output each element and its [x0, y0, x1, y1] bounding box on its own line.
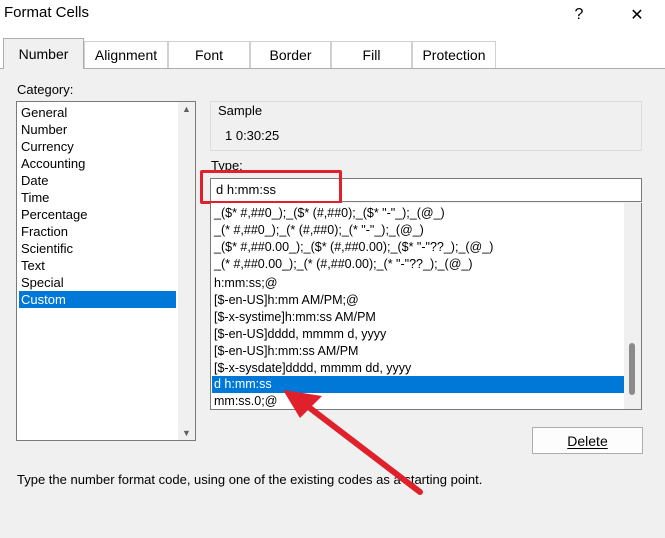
help-button[interactable]: ? — [556, 0, 602, 30]
tab-alignment[interactable]: Alignment — [84, 41, 168, 68]
category-item-special[interactable]: Special — [21, 274, 64, 291]
tab-panel-border — [0, 68, 665, 69]
category-item-scientific[interactable]: Scientific — [21, 240, 73, 257]
format-item[interactable]: _($* #,##0.00_);_($* (#,##0.00);_($* "-"… — [214, 239, 493, 256]
format-item[interactable]: [$-x-systime]h:mm:ss AM/PM — [214, 309, 376, 326]
format-code-list[interactable]: _($* #,##0_);_($* (#,##0);_($* "-"_);_(@… — [210, 203, 642, 410]
window-title: Format Cells — [4, 4, 90, 21]
sample-group: 1 0:30:25 — [210, 101, 642, 151]
category-item-custom[interactable]: Custom — [19, 291, 176, 308]
format-item[interactable]: _($* #,##0_);_($* (#,##0);_($* "-"_);_(@… — [214, 205, 445, 222]
category-item-text[interactable]: Text — [21, 257, 45, 274]
hint-text: Type the number format code, using one o… — [17, 472, 483, 487]
format-item[interactable]: [$-en-US]h:mm AM/PM;@ — [214, 292, 359, 309]
scroll-up-icon[interactable]: ▲ — [178, 104, 195, 114]
format-item[interactable]: _(* #,##0_);_(* (#,##0);_(* "-"_);_(@_) — [214, 222, 424, 239]
category-list[interactable]: General Number Currency Accounting Date … — [16, 101, 196, 441]
close-icon: ✕ — [630, 7, 644, 24]
close-button[interactable]: ✕ — [614, 0, 660, 30]
format-item[interactable]: mm:ss.0;@ — [214, 393, 277, 409]
scroll-down-icon[interactable]: ▼ — [178, 428, 195, 438]
tab-protection[interactable]: Protection — [412, 41, 496, 68]
category-item-number[interactable]: Number — [21, 121, 67, 138]
category-scrollbar[interactable]: ▲ ▼ — [178, 102, 195, 440]
tab-border[interactable]: Border — [250, 41, 331, 68]
delete-button-label: Delete — [567, 432, 608, 449]
category-label: Category: — [17, 82, 74, 97]
title-bar: Format Cells ? ✕ — [0, 0, 665, 30]
category-item-date[interactable]: Date — [21, 172, 48, 189]
tab-strip: Number Alignment Font Border Fill Protec… — [0, 30, 665, 69]
format-item[interactable]: [$-x-sysdate]dddd, mmmm dd, yyyy — [214, 360, 411, 377]
category-item-accounting[interactable]: Accounting — [21, 155, 85, 172]
format-item[interactable]: [$-en-US]h:mm:ss AM/PM — [214, 343, 358, 360]
category-item-general[interactable]: General — [21, 104, 67, 121]
category-item-currency[interactable]: Currency — [21, 138, 74, 155]
highlight-box — [200, 170, 342, 204]
tab-fill[interactable]: Fill — [331, 41, 412, 68]
category-item-fraction[interactable]: Fraction — [21, 223, 68, 240]
scroll-thumb[interactable] — [629, 343, 635, 395]
tab-font[interactable]: Font — [168, 41, 250, 68]
tab-number[interactable]: Number — [3, 38, 84, 69]
format-item[interactable]: h:mm:ss;@ — [214, 275, 277, 292]
format-item-selected[interactable]: d h:mm:ss — [212, 376, 624, 393]
format-item[interactable]: _(* #,##0.00_);_(* (#,##0.00);_(* "-"??_… — [214, 256, 473, 273]
delete-button[interactable]: Delete — [532, 427, 643, 454]
help-icon: ? — [574, 6, 584, 23]
format-list-scrollbar[interactable] — [624, 203, 641, 409]
sample-value: 1 0:30:25 — [225, 128, 280, 143]
format-item[interactable]: [$-en-US]dddd, mmmm d, yyyy — [214, 326, 386, 343]
category-item-percentage[interactable]: Percentage — [21, 206, 88, 223]
category-item-time[interactable]: Time — [21, 189, 49, 206]
